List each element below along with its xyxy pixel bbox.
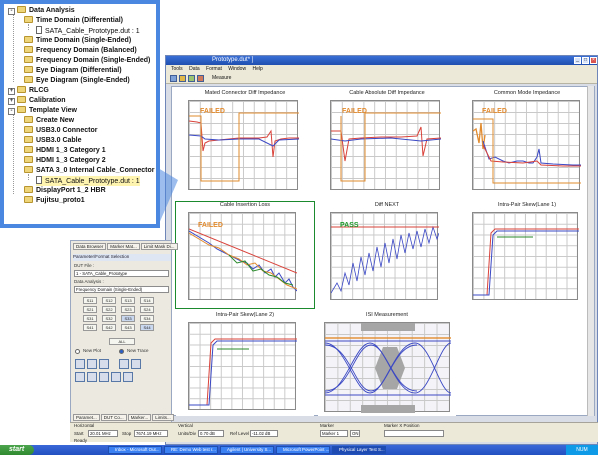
- tree-guide-line: [13, 14, 14, 82]
- tree-folder[interactable]: HDMI 1_3 Category 1: [24, 146, 106, 155]
- collapse-icon[interactable]: -: [8, 8, 15, 15]
- tree-folder[interactable]: - Template View: [8, 106, 77, 115]
- folder-icon: [24, 76, 33, 83]
- folder-icon: [24, 136, 33, 143]
- screenshot: Prototype.dut* ] _ □ × Tools Data Format…: [0, 0, 598, 455]
- tree-callout: - Data Analysis Time Domain (Differential)…: [0, 0, 160, 228]
- tree-folder[interactable]: + RLCG: [8, 86, 49, 95]
- folder-icon: [17, 86, 26, 93]
- expand-icon[interactable]: +: [8, 88, 15, 95]
- tree-item-label: Time Domain (Single-Ended): [36, 37, 132, 44]
- folder-icon: [24, 156, 33, 163]
- tree-item-label: Time Domain (Differential): [36, 17, 123, 24]
- tree-item-label: Frequency Domain (Balanced): [36, 47, 137, 54]
- tree-folder[interactable]: + Calibration: [8, 96, 66, 105]
- tree-folder[interactable]: HDMI 1_3 Category 2: [24, 156, 106, 165]
- tree-item-label: RLCG: [29, 87, 49, 94]
- tree-folder[interactable]: USB3.0 Cable: [24, 136, 82, 145]
- tree-item-label: Eye Diagram (Single-Ended): [36, 77, 130, 84]
- collapse-icon[interactable]: -: [8, 108, 15, 115]
- tree-folder[interactable]: Fujitsu_proto1: [24, 196, 85, 205]
- folder-icon: [24, 16, 33, 23]
- tree-item-label: USB3.0 Connector: [36, 127, 98, 134]
- folder-icon: [24, 126, 33, 133]
- tree-item-label: Template View: [29, 107, 77, 114]
- tree-folder[interactable]: SATA 3_0 Internal Cable_Connector: [24, 166, 155, 175]
- tree-item-label: Frequency Domain (Single-Ended): [36, 57, 151, 64]
- document-icon: [36, 26, 42, 34]
- expand-icon[interactable]: +: [8, 98, 15, 105]
- tree-folder[interactable]: Frequency Domain (Single-Ended): [24, 56, 150, 65]
- folder-icon: [24, 36, 33, 43]
- tree-folder[interactable]: Time Domain (Single-Ended): [24, 36, 131, 45]
- folder-icon: [17, 96, 26, 103]
- tree-folder[interactable]: Eye Diagram (Single-Ended): [24, 76, 130, 85]
- tree-folder[interactable]: DisplayPort 1_2 HBR: [24, 186, 106, 195]
- tree-item-label: Fujitsu_proto1: [36, 197, 85, 204]
- tree-item-label: HDMI 1_3 Category 1: [36, 147, 106, 154]
- tree-guide-line: [13, 114, 14, 194]
- tree-item-label: SATA 3_0 Internal Cable_Connector: [36, 167, 155, 174]
- tree-item-label: Data Analysis: [29, 7, 75, 14]
- tree-folder[interactable]: Time Domain (Differential): [24, 16, 123, 25]
- tree-item-label: SATA_Cable_Prototype.dut : 1: [45, 28, 140, 35]
- tree-item-label: USB3.0 Cable: [36, 137, 82, 144]
- tree-dut-file[interactable]: SATA_Cable_Prototype.dut : 1: [36, 26, 140, 36]
- folder-icon: [17, 6, 26, 13]
- tree-item-label: Eye Diagram (Differential): [36, 67, 122, 74]
- template-tree: - Data Analysis Time Domain (Differential)…: [4, 4, 156, 224]
- tree-folder[interactable]: Create New: [24, 116, 74, 125]
- tree-item-label: Calibration: [29, 97, 66, 104]
- tree-item-label: SATA_Cable_Prototype.dut : 1: [45, 178, 140, 185]
- tree-item-label: HDMI 1_3 Category 2: [36, 157, 106, 164]
- folder-icon: [24, 146, 33, 153]
- document-icon: [36, 176, 42, 184]
- folder-icon: [24, 46, 33, 53]
- folder-icon: [24, 166, 33, 173]
- tree-folder[interactable]: Frequency Domain (Balanced): [24, 46, 137, 55]
- tree-item-label: DisplayPort 1_2 HBR: [36, 187, 106, 194]
- folder-icon: [24, 116, 33, 123]
- folder-icon: [24, 56, 33, 63]
- folder-icon: [24, 186, 33, 193]
- folder-icon: [17, 106, 26, 113]
- tree-folder[interactable]: Eye Diagram (Differential): [24, 66, 122, 75]
- folder-icon: [24, 66, 33, 73]
- tree-dut-file[interactable]: SATA_Cable_Prototype.dut : 1: [36, 176, 140, 186]
- tree-folder[interactable]: USB3.0 Connector: [24, 126, 97, 135]
- folder-icon: [24, 196, 33, 203]
- tree-folder[interactable]: - Data Analysis: [8, 6, 75, 15]
- tree-item-label: Create New: [36, 117, 75, 124]
